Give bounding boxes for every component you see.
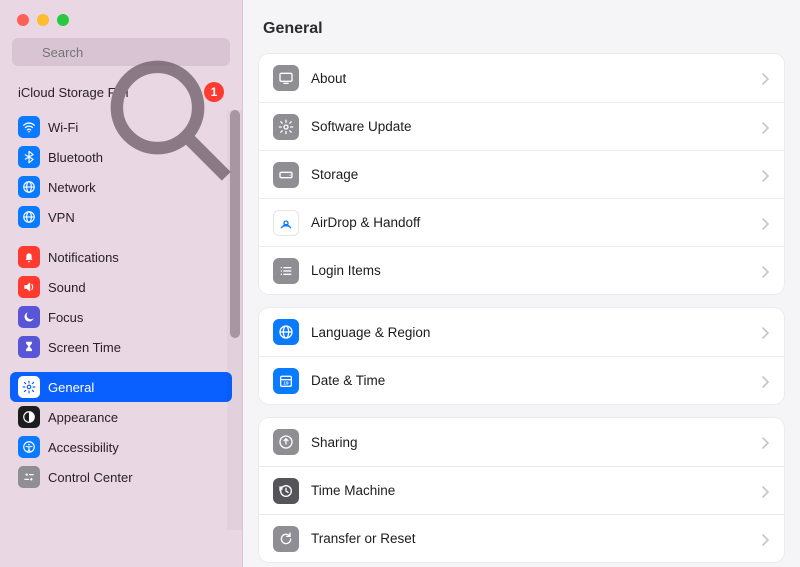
chevron-right-icon: [762, 169, 770, 181]
calendar-icon: [273, 368, 299, 394]
reset-icon: [273, 526, 299, 552]
settings-row-datetime[interactable]: Date & Time: [259, 356, 784, 404]
chevron-right-icon: [762, 375, 770, 387]
sidebar-item-appearance[interactable]: Appearance: [10, 402, 232, 432]
settings-row-loginitems[interactable]: Login Items: [259, 246, 784, 294]
settings-row-label: Storage: [311, 167, 762, 182]
sidebar: iCloud Storage Full 1 Wi-FiBluetoothNetw…: [0, 0, 243, 567]
sidebar-item-screentime[interactable]: Screen Time: [10, 332, 232, 362]
chevron-right-icon: [762, 436, 770, 448]
accessibility-icon: [18, 436, 40, 458]
appearance-icon: [18, 406, 40, 428]
settings-section: Sharing Time Machine Transfer or Reset: [259, 418, 784, 562]
settings-row-timemachine[interactable]: Time Machine: [259, 466, 784, 514]
chevron-right-icon: [762, 72, 770, 84]
main-content: General About Software Update Storage AirDr…: [243, 0, 800, 567]
globe-icon: [18, 206, 40, 228]
sidebar-item-sound[interactable]: Sound: [10, 272, 232, 302]
settings-row-label: Login Items: [311, 263, 762, 278]
speaker-icon: [18, 276, 40, 298]
chevron-right-icon: [762, 485, 770, 497]
settings-row-label: Date & Time: [311, 373, 762, 388]
minimize-button[interactable]: [37, 14, 49, 26]
settings-row-storage[interactable]: Storage: [259, 150, 784, 198]
settings-row-label: Language & Region: [311, 325, 762, 340]
search-input[interactable]: [12, 38, 230, 66]
settings-row-label: Transfer or Reset: [311, 531, 762, 546]
sidebar-item-label: Focus: [48, 310, 83, 325]
sidebar-item-accessibility[interactable]: Accessibility: [10, 432, 232, 462]
chevron-right-icon: [762, 121, 770, 133]
sidebar-item-label: Accessibility: [48, 440, 119, 455]
settings-row-about[interactable]: About: [259, 54, 784, 102]
settings-row-transfer[interactable]: Transfer or Reset: [259, 514, 784, 562]
list-icon: [273, 258, 299, 284]
close-button[interactable]: [17, 14, 29, 26]
bell-icon: [18, 246, 40, 268]
maximize-button[interactable]: [57, 14, 69, 26]
settings-row-label: About: [311, 71, 762, 86]
sidebar-item-notifications[interactable]: Notifications: [10, 242, 232, 272]
settings-row-label: Software Update: [311, 119, 762, 134]
settings-row-label: Sharing: [311, 435, 762, 450]
sidebar-item-label: Appearance: [48, 410, 118, 425]
sidebar-item-label: Control Center: [48, 470, 133, 485]
settings-section: About Software Update Storage AirDrop & Han…: [259, 54, 784, 294]
sidebar-item-general[interactable]: General: [10, 372, 232, 402]
chevron-right-icon: [762, 533, 770, 545]
sidebar-item-vpn[interactable]: VPN: [10, 202, 232, 232]
airdrop-icon: [273, 210, 299, 236]
settings-row-softwareupdate[interactable]: Software Update: [259, 102, 784, 150]
sidebar-item-label: Notifications: [48, 250, 119, 265]
sidebar-item-label: VPN: [48, 210, 75, 225]
settings-row-language[interactable]: Language & Region: [259, 308, 784, 356]
globe-icon: [273, 319, 299, 345]
gear-icon: [18, 376, 40, 398]
chevron-right-icon: [762, 265, 770, 277]
sidebar-item-label: Screen Time: [48, 340, 121, 355]
scrollbar-thumb[interactable]: [230, 110, 240, 338]
window-controls: [0, 0, 242, 26]
page-title: General: [259, 0, 784, 54]
settings-row-airdrop[interactable]: AirDrop & Handoff: [259, 198, 784, 246]
chevron-right-icon: [762, 217, 770, 229]
sidebar-item-label: Sound: [48, 280, 86, 295]
hourglass-icon: [18, 336, 40, 358]
sidebar-item-focus[interactable]: Focus: [10, 302, 232, 332]
settings-section: Language & Region Date & Time: [259, 308, 784, 404]
settings-row-sharing[interactable]: Sharing: [259, 418, 784, 466]
sidebar-item-label: General: [48, 380, 94, 395]
clock-arrow-icon: [273, 478, 299, 504]
settings-row-label: Time Machine: [311, 483, 762, 498]
sidebar-item-controlcenter[interactable]: Control Center: [10, 462, 232, 492]
search-box: [12, 38, 230, 66]
share-icon: [273, 429, 299, 455]
settings-row-label: AirDrop & Handoff: [311, 215, 762, 230]
moon-icon: [18, 306, 40, 328]
scrollbar-track[interactable]: [227, 110, 242, 530]
chevron-right-icon: [762, 326, 770, 338]
switches-icon: [18, 466, 40, 488]
